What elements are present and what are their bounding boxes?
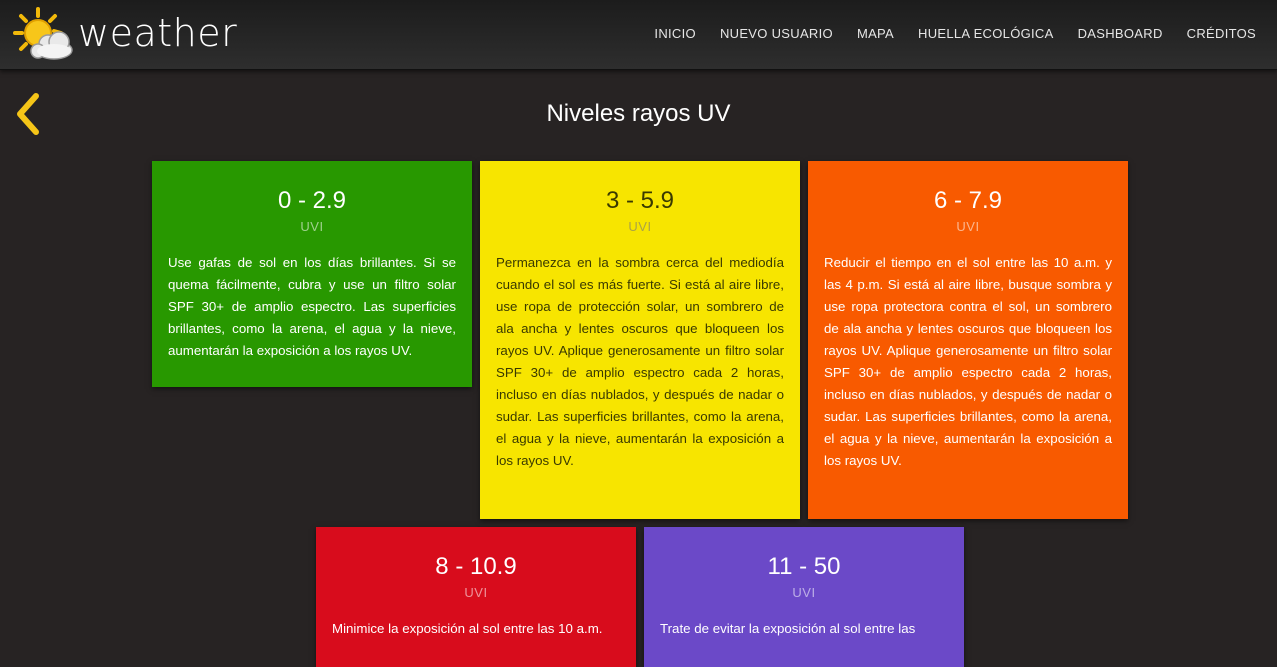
uv-advice: Permanezca en la sombra cerca del mediod… [496, 255, 784, 468]
uv-advice: Minimice la exposición al sol entre las … [332, 621, 603, 636]
uv-advice: Reducir el tiempo en el sol entre las 10… [824, 255, 1112, 468]
uv-card-very-high: 8 - 10.9 UVI Minimice la exposición al s… [316, 527, 636, 667]
page-title: Niveles rayos UV [546, 100, 731, 127]
uv-range: 3 - 5.9 [605, 187, 675, 214]
uv-unit: UVI [956, 219, 980, 234]
nav-huella-ecologica[interactable]: HUELLA ECOLÓGICA [918, 26, 1054, 41]
brand[interactable]: weather [12, 4, 237, 66]
uv-advice: Trate de evitar la exposición al sol ent… [660, 621, 916, 636]
uv-range: 6 - 7.9 [933, 187, 1003, 214]
nav-inicio[interactable]: INICIO [654, 26, 696, 41]
nav-dashboard[interactable]: DASHBOARD [1078, 26, 1163, 41]
uv-card-low: 0 - 2.9 UVI Use gafas de sol en los días… [152, 161, 472, 387]
uv-range: 8 - 10.9 [435, 553, 517, 580]
nav-creditos[interactable]: CRÉDITOS [1187, 26, 1256, 41]
uv-card-extreme: 11 - 50 UVI Trate de evitar la exposició… [644, 527, 964, 667]
uv-unit: UVI [464, 585, 488, 600]
uv-card-moderate: 3 - 5.9 UVI Permanezca en la sombra cerc… [480, 161, 800, 519]
nav-nuevo-usuario[interactable]: NUEVO USUARIO [720, 26, 833, 41]
uv-advice: Use gafas de sol en los días brillantes.… [168, 255, 456, 358]
uv-card-high: 6 - 7.9 UVI Reducir el tiempo en el sol … [808, 161, 1128, 519]
nav-links: INICIO NUEVO USUARIO MAPA HUELLA ECOLÓGI… [630, 26, 1256, 41]
nav-mapa[interactable]: MAPA [857, 26, 894, 41]
uv-unit: UVI [628, 219, 652, 234]
uv-range: 11 - 50 [767, 553, 841, 580]
brand-name: weather [78, 11, 238, 55]
navbar: weather INICIO NUEVO USUARIO MAPA HUELLA… [0, 0, 1277, 70]
uv-unit: UVI [300, 219, 324, 234]
uv-unit: UVI [792, 585, 816, 600]
sun-behind-cloud-icon [13, 7, 73, 60]
uv-range: 0 - 2.9 [277, 187, 347, 214]
